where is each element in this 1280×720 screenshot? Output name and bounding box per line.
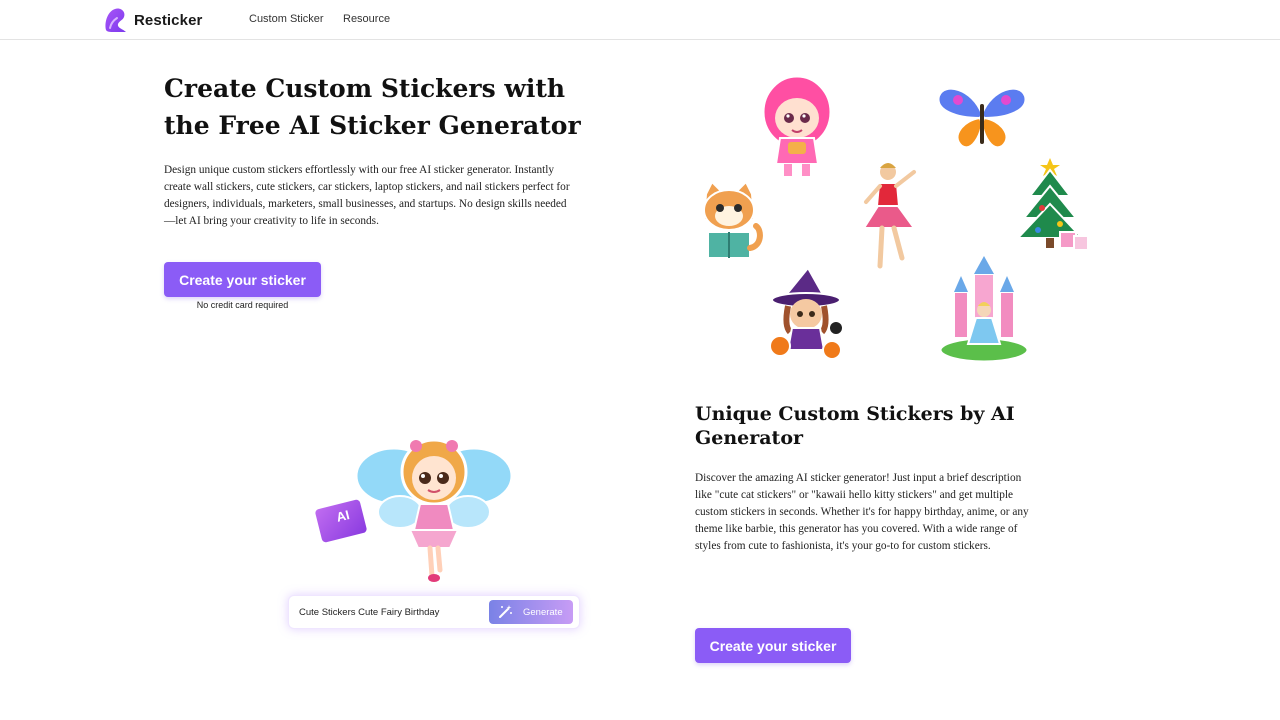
resticker-logo-icon: [105, 8, 126, 32]
christmas-tree-sticker-icon: [1015, 158, 1089, 251]
nav-link-custom-sticker[interactable]: Custom Sticker: [249, 13, 324, 25]
cat-reading-sticker-icon: [702, 180, 763, 259]
magic-wand-icon: [499, 605, 512, 618]
hero-description: Design unique custom stickers effortless…: [164, 164, 570, 227]
brand-logo[interactable]: Resticker: [102, 6, 202, 34]
butterfly-sticker-icon: [937, 87, 1027, 149]
fairy-sticker-icon: [354, 438, 514, 582]
anime-girl-sticker-icon: [761, 74, 833, 176]
create-sticker-button[interactable]: Create your sticker: [164, 262, 321, 297]
feature-title: Unique Custom Stickers by AI Generator: [695, 403, 1015, 449]
generate-button[interactable]: Generate: [489, 600, 573, 624]
demo-prompt-text[interactable]: Cute Stickers Cute Fairy Birthday: [299, 607, 439, 618]
generate-button-label: Generate: [523, 606, 563, 618]
dancing-girl-sticker-icon: [862, 162, 916, 269]
no-credit-card-note: No credit card required: [196, 300, 289, 310]
witch-girl-sticker-icon: [769, 266, 842, 360]
feature-description: Discover the amazing AI sticker generato…: [695, 472, 1029, 552]
create-sticker-button-secondary[interactable]: Create your sticker: [695, 628, 851, 663]
hero-title: Create Custom Stickers with the Free AI …: [164, 74, 581, 140]
demo-prompt-bar: Cute Stickers Cute Fairy Birthday Genera…: [288, 595, 580, 629]
nav-link-resource[interactable]: Resource: [343, 13, 390, 25]
top-navigation-bar: Resticker Custom Sticker Resource: [0, 0, 1280, 40]
princess-castle-sticker-icon: [938, 256, 1030, 364]
brand-name: Resticker: [134, 11, 203, 29]
